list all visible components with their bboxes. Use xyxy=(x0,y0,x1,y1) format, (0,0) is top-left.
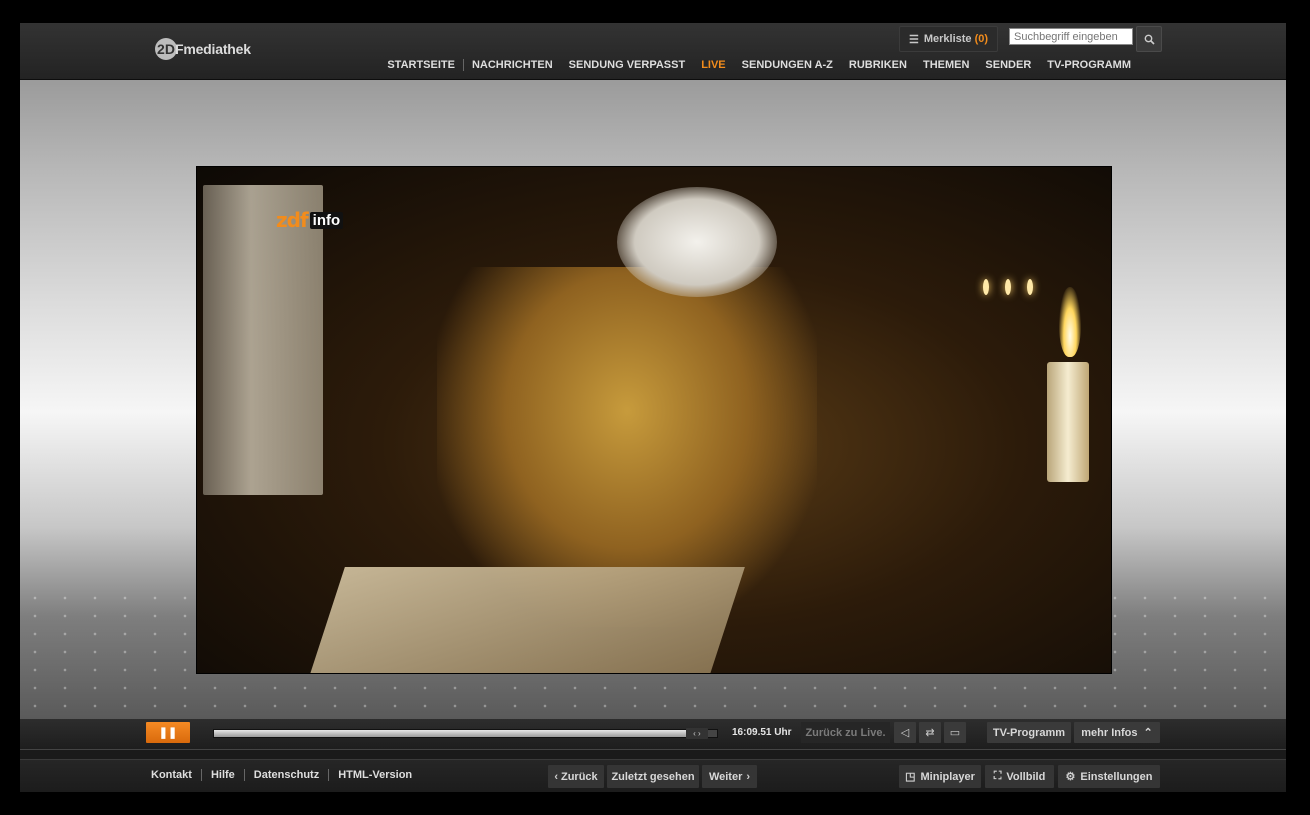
video-paper xyxy=(309,567,745,673)
small-candle-flame xyxy=(1027,279,1033,295)
logo-badge: 2D xyxy=(155,38,177,60)
footer-links: Kontakt Hilfe Datenschutz HTML-Version xyxy=(151,769,421,781)
mute-button[interactable]: ◁ xyxy=(894,722,916,743)
channel-logo-zdf: zdf xyxy=(276,208,309,232)
miniplayer-button[interactable]: ◳ Miniplayer xyxy=(899,765,981,788)
nav-nachrichten[interactable]: NACHRICHTEN xyxy=(464,59,561,71)
next-button[interactable]: Weiter › xyxy=(702,765,757,788)
footer-link-datenschutz[interactable]: Datenschutz xyxy=(245,769,328,781)
fullscreen-button[interactable]: ⛶ Vollbild xyxy=(985,765,1054,788)
progress-handle[interactable]: ‹ › xyxy=(685,728,708,739)
next-label: Weiter xyxy=(708,770,743,783)
settings-sliders-icon: ⇄ xyxy=(925,727,935,739)
chat-icon: ▭ xyxy=(949,727,961,739)
pause-button[interactable]: ❚❚ xyxy=(146,722,190,743)
header: 2D Fmediathek ☰ Merkliste (0) STARTSEITE… xyxy=(20,23,1286,80)
player-controls: ❚❚ ‹ › 16:09.51 Uhr Zurück zu Live. ◁ ⇄ … xyxy=(20,719,1286,750)
progress-track[interactable]: ‹ › xyxy=(213,728,718,739)
footer-link-hilfe[interactable]: Hilfe xyxy=(202,769,244,781)
nav-sendungen-a-z[interactable]: SENDUNGEN A-Z xyxy=(734,59,841,71)
footer-link-html-version[interactable]: HTML-Version xyxy=(329,769,421,781)
nav-themen[interactable]: THEMEN xyxy=(915,59,977,71)
back-to-live-button[interactable]: Zurück zu Live. xyxy=(801,722,890,743)
mute-icon: ◁ xyxy=(900,727,910,739)
back-button[interactable]: ‹ Zurück xyxy=(548,765,604,788)
chevron-right-icon: › xyxy=(746,770,751,783)
channel-logo-info: info xyxy=(309,211,344,229)
chevron-up-icon: ⌃ xyxy=(1143,727,1153,739)
channel-logo: zdf info xyxy=(276,208,344,232)
current-time: 16:09.51 Uhr xyxy=(732,727,792,738)
small-candle-flame xyxy=(983,279,989,295)
search-icon xyxy=(1144,34,1155,45)
fullscreen-label: Vollbild xyxy=(1006,770,1046,783)
video-wig xyxy=(617,187,777,297)
player-stage: zdf info xyxy=(20,80,1286,719)
search-input[interactable] xyxy=(1009,28,1133,45)
candle-flame xyxy=(1059,287,1081,357)
mehr-infos-label: mehr Infos xyxy=(1081,726,1138,739)
progress-fill xyxy=(214,730,697,737)
pause-icon: ❚❚ xyxy=(158,727,178,739)
nav-rubriken[interactable]: RUBRIKEN xyxy=(841,59,915,71)
footer: Kontakt Hilfe Datenschutz HTML-Version ‹… xyxy=(20,759,1286,792)
settings-button[interactable]: ⚙ Einstellungen xyxy=(1058,765,1160,788)
merkliste-label: Merkliste xyxy=(923,33,972,45)
main-nav: STARTSEITE NACHRICHTEN SENDUNG VERPASST … xyxy=(379,58,1139,72)
nav-live[interactable]: LIVE xyxy=(693,59,733,71)
settings-label: Einstellungen xyxy=(1080,770,1153,783)
merkliste-button[interactable]: ☰ Merkliste (0) xyxy=(899,26,998,52)
nav-sendung-verpasst[interactable]: SENDUNG VERPASST xyxy=(561,59,694,71)
mehr-infos-button[interactable]: mehr Infos ⌃ xyxy=(1074,722,1160,743)
fullscreen-icon: ⛶ xyxy=(993,770,1002,782)
small-candle-flame xyxy=(1005,279,1011,295)
settings-sliders-button[interactable]: ⇄ xyxy=(919,722,941,743)
app-frame: 2D Fmediathek ☰ Merkliste (0) STARTSEITE… xyxy=(20,23,1286,792)
back-label: Zurück xyxy=(560,770,598,783)
zdf-mediathek-logo[interactable]: 2D Fmediathek xyxy=(155,37,251,61)
merkliste-count: (0) xyxy=(974,33,989,45)
miniplayer-icon: ◳ xyxy=(905,771,916,783)
candle xyxy=(1047,362,1089,482)
gear-icon: ⚙ xyxy=(1065,771,1076,783)
logo-text: Fmediathek xyxy=(175,41,251,57)
search-button[interactable] xyxy=(1136,26,1162,52)
nav-tv-programm[interactable]: TV-PROGRAMM xyxy=(1039,59,1139,71)
video-player[interactable]: zdf info xyxy=(196,166,1112,674)
chat-button[interactable]: ▭ xyxy=(944,722,966,743)
tv-programm-button[interactable]: TV-Programm xyxy=(987,722,1071,743)
miniplayer-label: Miniplayer xyxy=(920,770,975,783)
chevron-left-icon: ‹ xyxy=(554,770,558,783)
nav-sender[interactable]: SENDER xyxy=(977,59,1039,71)
recently-watched-button[interactable]: Zuletzt gesehen xyxy=(607,765,699,788)
list-icon: ☰ xyxy=(908,33,919,46)
nav-startseite[interactable]: STARTSEITE xyxy=(379,59,463,71)
footer-link-kontakt[interactable]: Kontakt xyxy=(151,769,201,781)
